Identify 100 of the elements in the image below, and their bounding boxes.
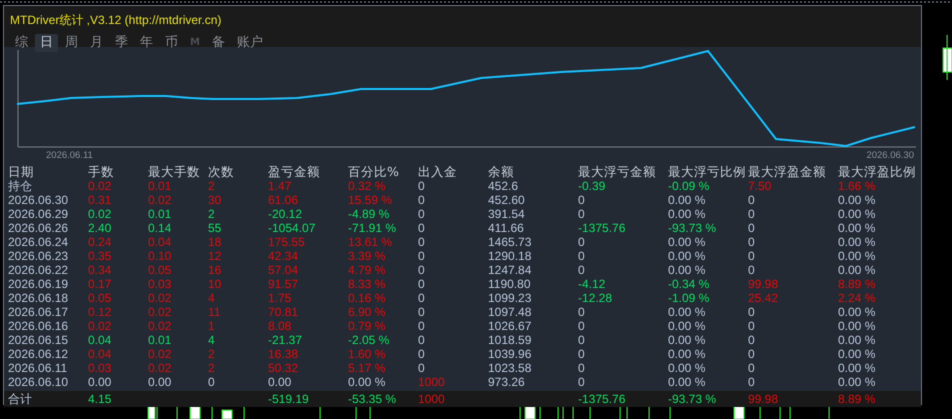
table-cell-text: 0.00 % — [838, 193, 876, 207]
table-cell-text: 2026.06.10 — [8, 375, 70, 389]
table-cell-text: 1190.80 — [488, 277, 532, 291]
table-cell-text: 0 — [748, 319, 756, 333]
table-cell-text: 0 — [748, 193, 756, 207]
total-cell-text: -93.73 % — [668, 392, 718, 406]
column-header: 最大浮亏比例 — [668, 164, 747, 179]
table-cell-text: 0 — [578, 249, 586, 263]
tab[interactable]: 币 — [160, 34, 183, 52]
table-cell-text: 1.47 — [268, 179, 292, 193]
table-cell-text: -1054.07 — [268, 221, 316, 235]
table-cell-text: 0 — [748, 221, 756, 235]
table-cell-text: 0.01 — [148, 179, 172, 193]
tab[interactable]: 年 — [135, 34, 158, 52]
table-cell-text: 391.54 — [488, 207, 526, 221]
table-cell-text: 0.00 % — [838, 361, 876, 375]
table-cell-text: 0.03 — [148, 277, 172, 291]
table-cell-text: 0 — [578, 347, 586, 361]
table-cell-text: 12 — [208, 249, 222, 263]
table-cell-text: 0.00 % — [838, 333, 876, 347]
table-cell-text: -1375.76 — [578, 221, 626, 235]
total-cell-text: 合计 — [8, 392, 33, 406]
table-cell-text: 0 — [748, 347, 756, 361]
table-cell-text: 2 — [208, 361, 216, 375]
table-cell-text: 0 — [418, 221, 426, 235]
table-cell-text: 2026.06.15 — [8, 333, 70, 347]
total-cell-text: 1000 — [418, 392, 446, 406]
total-cell-text: 4.15 — [88, 392, 112, 406]
table-cell-text: -0.39 — [578, 179, 606, 193]
table-cell-text: 0.01 — [148, 207, 172, 221]
tab[interactable]: 备 — [206, 34, 230, 52]
table-cell-text: 4 — [208, 333, 216, 347]
table-cell-text: 42.34 — [268, 249, 300, 263]
table-cell-text: 0.00 % — [668, 347, 706, 361]
table-cell-text: 0.02 — [148, 193, 172, 207]
column-header: 手数 — [88, 164, 115, 179]
table-cell-text: 0 — [578, 193, 586, 207]
column-header: 百分比% — [348, 164, 400, 179]
table-cell-text: 0.00 % — [838, 319, 876, 333]
table-cell-text: 0.00 % — [838, 375, 876, 389]
table-cell-text: -0.34 % — [668, 277, 710, 291]
table-cell-text: 16.38 — [268, 347, 300, 361]
table-cell-text: 0.02 — [88, 179, 112, 193]
table-cell-text: 8.89 % — [838, 277, 876, 291]
table-cell-text: 0 — [578, 319, 586, 333]
table-cell-text: 2.24 % — [838, 291, 876, 305]
table-cell-text: 1039.96 — [488, 347, 532, 361]
table-cell-text: 5.17 % — [348, 361, 386, 375]
table-cell-text: 10 — [208, 277, 222, 291]
table-cell-text: 0 — [418, 333, 426, 347]
column-header: 最大浮亏金额 — [578, 164, 657, 179]
table-cell-text: 2026.06.11 — [8, 361, 68, 375]
table-cell-text: -2.05 % — [348, 333, 390, 347]
tab[interactable]: 季 — [110, 34, 133, 52]
table-cell-text: 99.98 — [748, 277, 780, 291]
table-cell-text: 55 — [208, 221, 222, 235]
table-cell-text: 0.12 — [88, 305, 112, 319]
table-cell-text: -4.12 — [578, 277, 606, 291]
table-cell-text: 0 — [418, 179, 426, 193]
table-cell-text: 452.60 — [488, 193, 526, 207]
table-cell-text: 0.32 % — [348, 179, 386, 193]
table-cell-text: 0.02 — [148, 361, 172, 375]
table-cell-text: 1099.23 — [488, 291, 532, 305]
table-cell-text: 0 — [208, 375, 216, 389]
table-cell-text: 2 — [208, 347, 216, 361]
table-cell-text: 0.05 — [88, 291, 112, 305]
table-cell-text: 0.00 — [268, 375, 292, 389]
table-cell-text: 0.02 — [88, 207, 112, 221]
table-cell-text: 1097.48 — [488, 305, 532, 319]
table-cell-text: 0 — [578, 263, 586, 277]
table-cell-text: 0 — [418, 263, 426, 277]
table-cell-text: 0.04 — [88, 347, 112, 361]
tab[interactable]: 月 — [85, 34, 108, 52]
table-cell-text: 30 — [208, 193, 222, 207]
tab[interactable]: 周 — [60, 34, 83, 52]
column-header: 次数 — [208, 164, 235, 179]
candle — [942, 48, 952, 72]
tab[interactable]: 日 — [35, 34, 58, 52]
table-cell-text: 0 — [578, 207, 586, 221]
tab[interactable]: 综 — [10, 34, 33, 52]
date-label: 2026.06.11 — [46, 150, 93, 160]
table-cell-text: 0.00 — [148, 375, 172, 389]
table-cell-text: 0 — [418, 291, 426, 305]
table-cell-text: 0 — [748, 263, 756, 277]
table-cell-text: 0 — [418, 305, 426, 319]
table-cell-text: 0.00 % — [668, 333, 706, 347]
table-cell-text: 0.31 — [88, 193, 112, 207]
table-cell-text: 25.42 — [748, 291, 780, 305]
tab[interactable]: 账户 — [232, 34, 268, 52]
table-cell-text: 2.40 — [88, 221, 112, 235]
table-cell-text: 0.00 % — [348, 375, 386, 389]
candle-wick — [946, 34, 948, 80]
table-cell-text: 6.90 % — [348, 305, 386, 319]
total-cell-text: 99.98 — [748, 392, 780, 406]
table-cell-text: -93.73 % — [668, 221, 718, 235]
candle-wick — [156, 404, 158, 419]
table-cell-text: 0.00 % — [668, 319, 706, 333]
table-cell-text: 1290.18 — [488, 249, 532, 263]
table-cell-text: 0.16 % — [348, 291, 386, 305]
table-cell-text: 8.33 % — [348, 277, 386, 291]
